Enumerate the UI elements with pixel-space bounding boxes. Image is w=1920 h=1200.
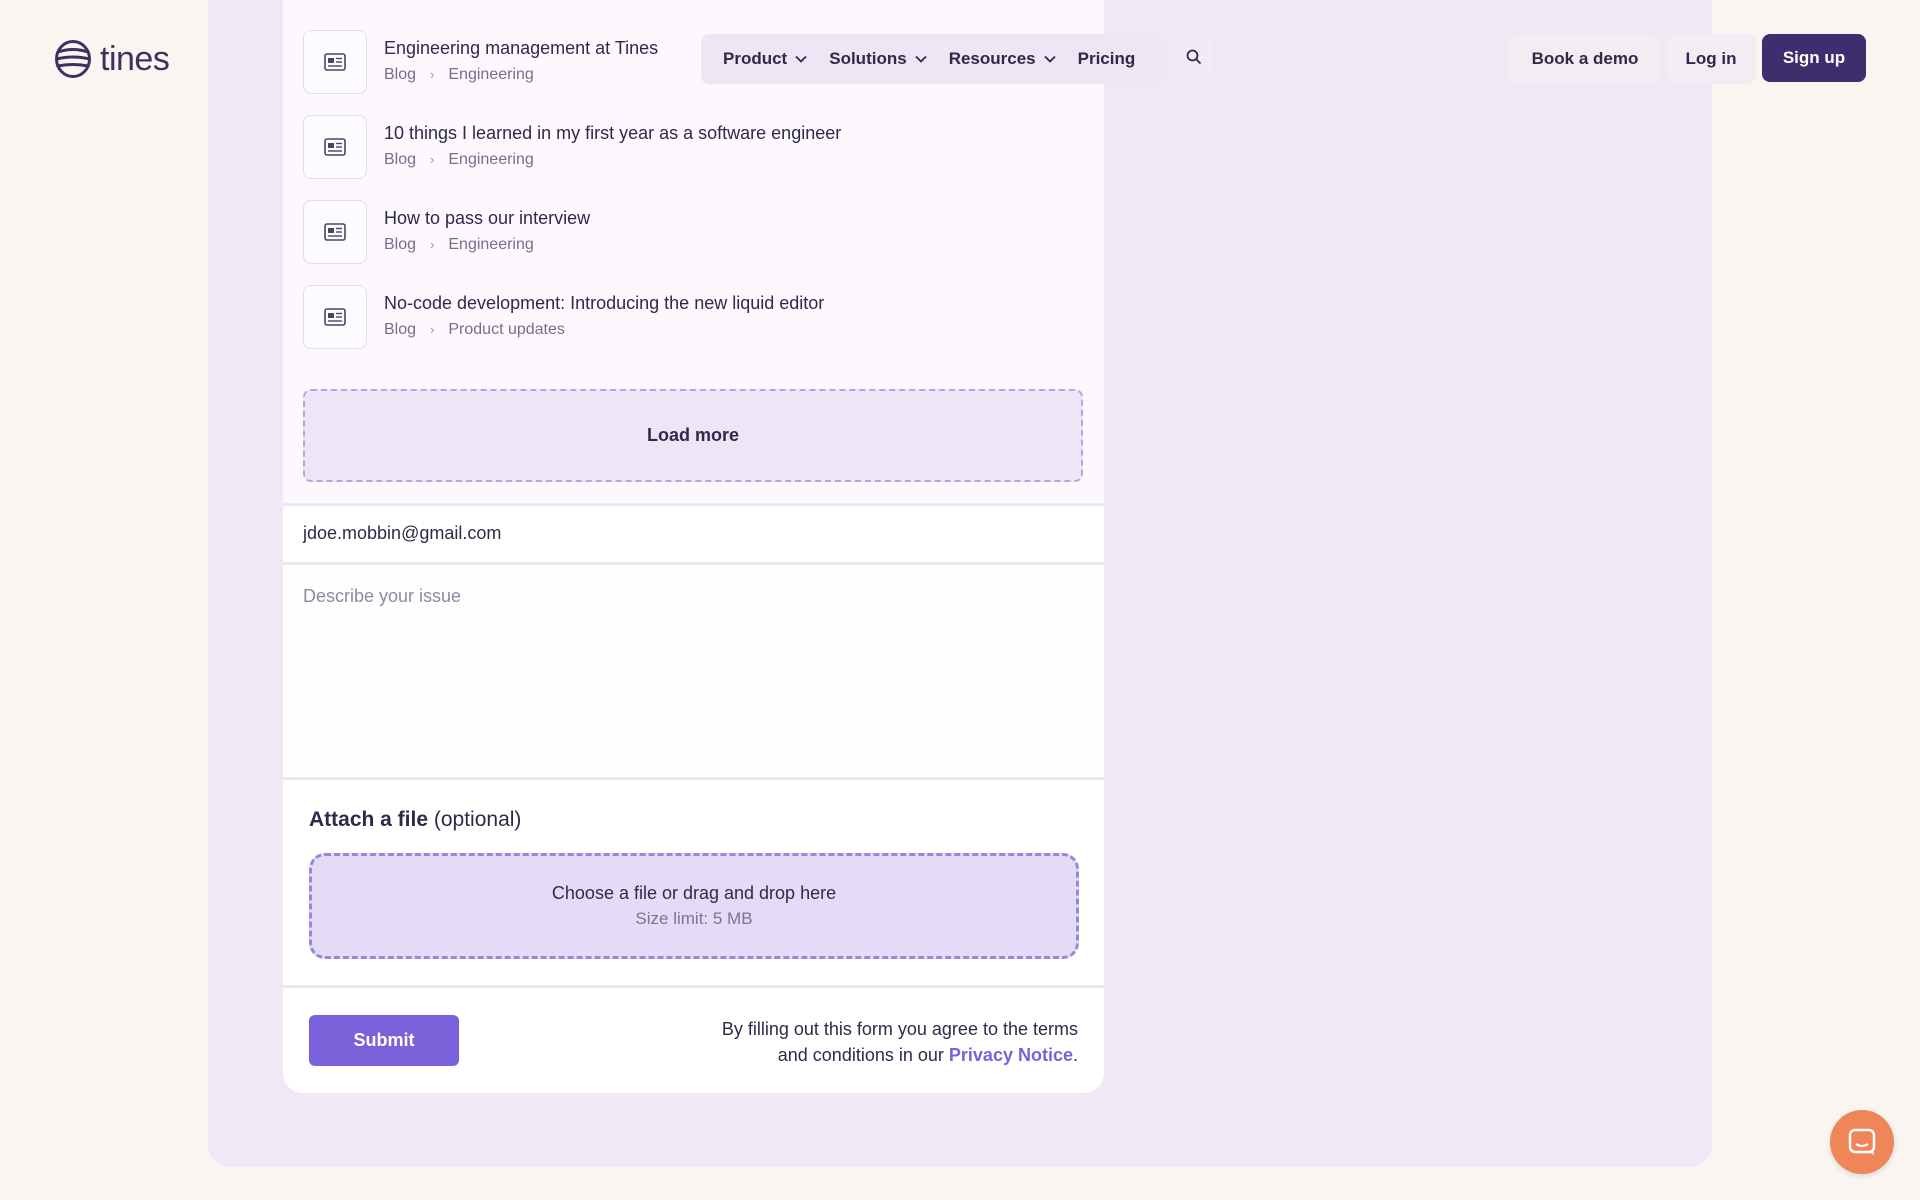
result-breadcrumb: Blog › Product updates <box>384 321 565 339</box>
terms-line-1: By filling out this form you agree to th… <box>721 1019 1078 1039</box>
tines-logo[interactable]: tines <box>54 38 170 80</box>
result-item[interactable]: How to pass our interview Blog › Engineeri… <box>303 200 1083 264</box>
chevron-down-icon <box>915 55 927 63</box>
chevron-right-icon: › <box>430 67 435 82</box>
result-breadcrumb: Blog › Engineering <box>384 151 534 169</box>
crumb-section: Blog <box>384 236 417 253</box>
attach-label-bold: Attach a file <box>309 808 429 831</box>
result-title: 10 things I learned in my first year as … <box>384 123 842 143</box>
divider <box>283 777 1104 780</box>
chevron-down-icon <box>1043 55 1056 63</box>
nav-resources-label: Resources <box>948 49 1036 68</box>
nav-product[interactable]: Product <box>723 49 807 69</box>
crumb-category: Engineering <box>448 66 534 83</box>
nav-resources[interactable]: Resources <box>949 49 1056 69</box>
search-button[interactable] <box>1176 38 1212 76</box>
result-title: How to pass our interview <box>384 208 591 228</box>
dropzone-size-limit: Size limit: 5 MB <box>635 909 753 928</box>
load-more-button[interactable]: Load more <box>303 389 1083 482</box>
result-breadcrumb: Blog › Engineering <box>384 66 534 84</box>
chevron-right-icon: › <box>430 322 435 337</box>
book-demo-button[interactable]: Book a demo <box>1510 34 1660 84</box>
chevron-down-icon <box>795 55 807 63</box>
file-dropzone[interactable]: Choose a file or drag and drop here Size… <box>309 853 1079 959</box>
attach-label-optional: (optional) <box>433 808 522 831</box>
log-in-button[interactable]: Log in <box>1666 34 1756 84</box>
crumb-section: Blog <box>384 66 417 83</box>
result-breadcrumb: Blog › Engineering <box>384 236 534 254</box>
result-title: Engineering management at Tines <box>384 38 659 58</box>
issue-textarea[interactable] <box>283 566 1104 776</box>
tines-logo-icon <box>55 40 91 78</box>
chevron-right-icon: › <box>430 237 435 252</box>
terms-line-2: and conditions in our <box>777 1045 944 1065</box>
nav-product-label: Product <box>723 49 788 68</box>
article-icon <box>303 200 367 264</box>
chat-icon <box>1848 1128 1876 1155</box>
logo-wordmark: tines <box>100 39 170 78</box>
nav-solutions-label: Solutions <box>829 49 907 68</box>
dropzone-text: Choose a file or drag and drop here <box>551 883 837 903</box>
submit-button[interactable]: Submit <box>309 1015 459 1066</box>
email-field[interactable]: jdoe.mobbin@gmail.com <box>303 523 501 544</box>
article-icon <box>303 115 367 179</box>
crumb-section: Blog <box>384 321 417 338</box>
terms-text: By filling out this form you agree to th… <box>722 1016 1078 1068</box>
nav-pricing-label: Pricing <box>1077 49 1136 68</box>
divider <box>283 985 1104 988</box>
result-title: No-code development: Introducing the new… <box>384 293 825 313</box>
terms-period: . <box>1072 1045 1078 1065</box>
chat-launcher-button[interactable] <box>1830 1110 1894 1174</box>
crumb-section: Blog <box>384 151 417 168</box>
divider <box>283 562 1104 565</box>
chevron-right-icon: › <box>430 152 435 167</box>
sign-up-button[interactable]: Sign up <box>1762 34 1866 82</box>
attach-file-label: Attach a file (optional) <box>309 808 521 832</box>
result-item[interactable]: 10 things I learned in my first year as … <box>303 115 1083 179</box>
crumb-category: Engineering <box>448 151 534 168</box>
crumb-category: Product updates <box>448 321 565 338</box>
main-nav: Product Solutions Resources Pricing <box>701 34 1161 84</box>
nav-solutions[interactable]: Solutions <box>829 49 927 69</box>
search-icon <box>1186 49 1202 65</box>
privacy-notice-link[interactable]: Privacy Notice <box>949 1045 1073 1065</box>
crumb-category: Engineering <box>448 236 534 253</box>
article-icon <box>303 285 367 349</box>
support-form-card: Engineering management at Tines Blog › Eng… <box>283 0 1104 1093</box>
article-icon <box>303 30 367 94</box>
result-item[interactable]: No-code development: Introducing the new… <box>303 285 1083 349</box>
nav-pricing[interactable]: Pricing <box>1078 49 1136 69</box>
divider <box>283 503 1104 506</box>
